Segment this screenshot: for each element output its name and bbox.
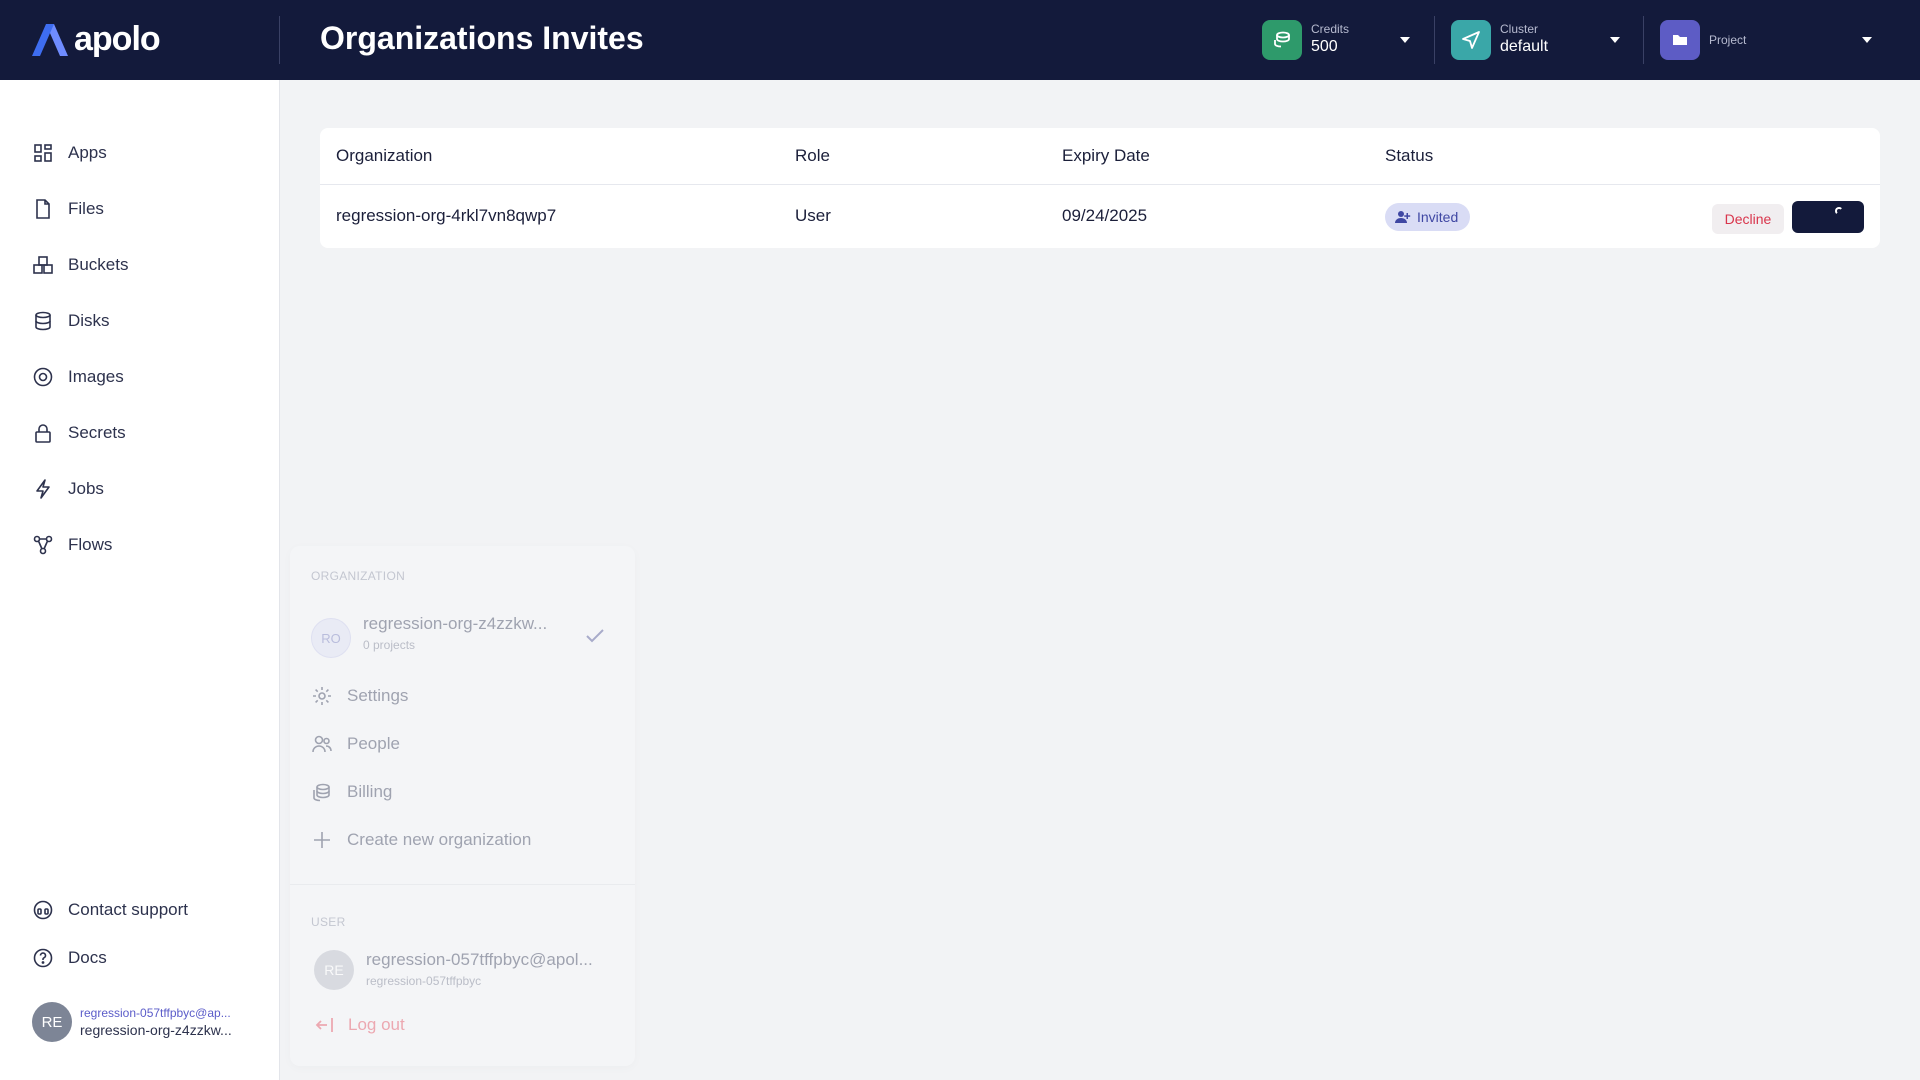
menu-item-settings[interactable]: Settings <box>311 682 408 710</box>
avatar: RE <box>314 950 354 990</box>
sidebar-item-label: Apps <box>68 143 107 162</box>
apps-grid-icon <box>34 144 52 162</box>
page-title: Organizations Invites <box>320 20 644 56</box>
lock-icon <box>35 424 51 443</box>
people-icon <box>312 735 332 753</box>
buckets-icon <box>33 256 53 274</box>
org-switch-item[interactable]: RO regression-org-z4zzkw... 0 projects <box>311 614 616 660</box>
column-header-status: Status <box>1385 146 1434 165</box>
panel-divider <box>290 884 635 885</box>
help-circle-icon <box>33 948 53 968</box>
org-name: regression-org-z4zzkw... <box>363 614 548 633</box>
menu-item-label: Billing <box>347 782 393 801</box>
user-email: regression-057tffpbyc@ap... <box>80 1006 231 1020</box>
menu-item-billing[interactable]: Billing <box>311 778 392 806</box>
sidebar-item-jobs[interactable]: Jobs <box>32 474 104 504</box>
sidebar-item-buckets[interactable]: Buckets <box>32 250 128 280</box>
project-selector[interactable]: Project <box>1660 20 1872 60</box>
lightning-icon <box>36 479 50 499</box>
column-header-organization: Organization <box>336 146 433 165</box>
cluster-label: Cluster <box>1500 22 1539 36</box>
logout-button[interactable]: Log out <box>314 1014 405 1036</box>
sidebar-item-label: Docs <box>68 948 107 967</box>
apolo-logo-icon <box>32 23 68 56</box>
sidebar-item-apps[interactable]: Apps <box>32 138 107 168</box>
sidebar-item-label: Images <box>68 367 124 386</box>
org-projects-count: 0 projects <box>363 638 416 652</box>
cluster-value: default <box>1500 38 1549 55</box>
user-email: regression-057tffpbyc@apol... <box>366 950 593 969</box>
apolo-logo[interactable]: apolo <box>32 20 161 59</box>
table-divider <box>320 184 1880 185</box>
send-icon <box>1451 20 1491 60</box>
credits-label: Credits <box>1311 22 1350 36</box>
coins-icon <box>1262 20 1302 60</box>
menu-item-label: Create new organization <box>347 830 532 849</box>
sidebar-item-disks[interactable]: Disks <box>32 306 110 336</box>
sidebar-item-label: Jobs <box>68 479 104 498</box>
user-username: regression-057tffpbyc <box>366 974 482 988</box>
sidebar-item-secrets[interactable]: Secrets <box>32 418 126 448</box>
sidebar-item-label: Buckets <box>68 255 129 274</box>
chevron-down-icon <box>1862 37 1872 43</box>
menu-item-label: People <box>347 734 400 753</box>
contact-support-link[interactable]: Contact support <box>32 895 188 925</box>
cell-expiry: 09/24/2025 <box>1062 206 1148 225</box>
database-icon <box>35 311 51 331</box>
headset-icon <box>33 900 53 920</box>
top-header: apolo Organizations Invites Credits 500 … <box>0 0 1920 80</box>
docs-link[interactable]: Docs <box>32 943 107 973</box>
section-label-user: USER <box>311 915 346 929</box>
status-badge: Invited <box>1385 203 1471 231</box>
header-separator <box>1434 16 1435 64</box>
cell-organization: regression-org-4rkl7vn8qwp7 <box>336 206 557 225</box>
plus-icon <box>314 832 330 848</box>
image-disc-icon <box>33 367 53 387</box>
sidebar-item-label: Secrets <box>68 423 126 442</box>
menu-item-label: Settings <box>347 686 409 705</box>
status-text: Invited <box>1417 209 1459 225</box>
avatar: RE <box>32 1002 72 1042</box>
column-header-role: Role <box>795 146 830 165</box>
sidebar-item-files[interactable]: Files <box>32 194 104 224</box>
sidebar-item-label: Files <box>68 199 104 218</box>
menu-item-people[interactable]: People <box>311 730 400 758</box>
sidebar-item-images[interactable]: Images <box>32 362 124 392</box>
logo-text: apolo <box>74 20 161 58</box>
organization-menu-panel: ORGANIZATION RO regression-org-z4zzkw...… <box>290 546 635 1066</box>
sidebar-item-flows[interactable]: Flows <box>32 530 112 560</box>
cluster-selector[interactable]: Cluster default <box>1451 20 1621 60</box>
credits-selector[interactable]: Credits 500 <box>1262 20 1412 60</box>
user-menu[interactable]: RE regression-057tffpbyc@ap... regressio… <box>32 1002 232 1042</box>
sidebar: Apps Files Buckets Disks Images Secrets … <box>0 80 280 1080</box>
logout-label: Log out <box>348 1015 405 1034</box>
project-label: Project <box>1709 33 1747 47</box>
cell-role: User <box>795 206 831 225</box>
logout-icon <box>315 1018 333 1032</box>
flow-icon <box>33 535 53 555</box>
column-header-expiry-date: Expiry Date <box>1062 146 1150 165</box>
menu-item-create-organization[interactable]: Create new organization <box>311 826 531 854</box>
sidebar-item-label: Flows <box>68 535 113 554</box>
decline-button[interactable]: Decline <box>1712 204 1784 234</box>
user-org: regression-org-z4zzkw... <box>80 1022 232 1038</box>
sidebar-item-label: Contact support <box>68 900 189 919</box>
invites-table: Organization Role Expiry Date Status reg… <box>320 128 1880 248</box>
user-plus-icon <box>1395 211 1411 223</box>
section-label-organization: ORGANIZATION <box>311 569 406 583</box>
chevron-down-icon <box>1610 37 1620 43</box>
credits-value: 500 <box>1311 38 1338 55</box>
folder-icon <box>1660 20 1700 60</box>
file-icon <box>36 199 50 219</box>
accept-button-loading[interactable] <box>1792 201 1864 233</box>
gear-icon <box>313 687 331 705</box>
header-divider <box>279 16 280 64</box>
check-icon <box>586 629 604 643</box>
billing-icon <box>313 783 330 802</box>
chevron-down-icon <box>1400 37 1410 43</box>
header-separator <box>1643 16 1644 64</box>
loading-spinner-icon <box>1835 207 1843 215</box>
sidebar-item-label: Disks <box>68 311 110 330</box>
org-avatar: RO <box>311 618 351 658</box>
